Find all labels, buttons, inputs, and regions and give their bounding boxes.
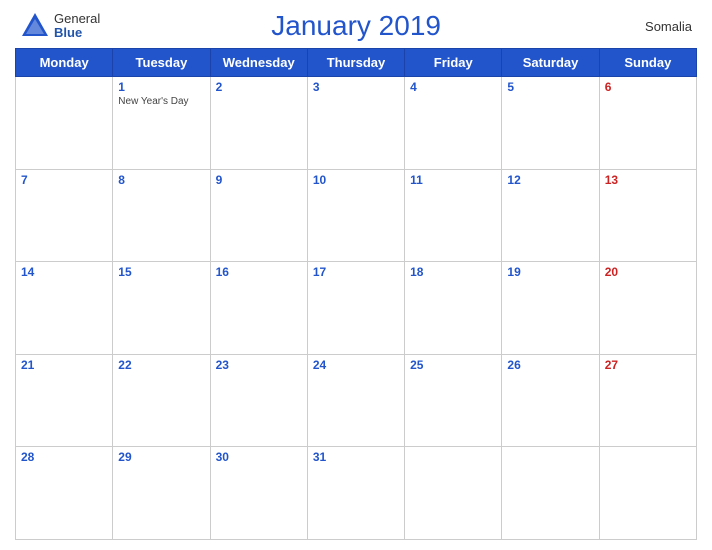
- calendar-week-row: 14 15 16 17 18 19 20: [16, 262, 697, 355]
- day-number: 13: [605, 173, 691, 187]
- logo: General Blue: [20, 11, 100, 41]
- day-number: 31: [313, 450, 399, 464]
- day-number: 24: [313, 358, 399, 372]
- calendar-cell: 24: [307, 354, 404, 447]
- calendar-cell: 8: [113, 169, 210, 262]
- day-number: 25: [410, 358, 496, 372]
- calendar-cell: 2: [210, 77, 307, 170]
- day-number: 14: [21, 265, 107, 279]
- calendar-cell: 3: [307, 77, 404, 170]
- calendar-cell: 16: [210, 262, 307, 355]
- day-number: 7: [21, 173, 107, 187]
- calendar-cell: 19: [502, 262, 599, 355]
- day-number: 23: [216, 358, 302, 372]
- calendar-cell: 20: [599, 262, 696, 355]
- calendar-week-row: 789 10 11 12 13: [16, 169, 697, 262]
- day-number: 9: [216, 173, 302, 187]
- calendar-cell: 22: [113, 354, 210, 447]
- day-number: 11: [410, 173, 496, 187]
- calendar-cell: 28: [16, 447, 113, 540]
- logo-blue-text: Blue: [54, 26, 100, 40]
- day-number: 26: [507, 358, 593, 372]
- calendar-cell: 31: [307, 447, 404, 540]
- calendar-cell: 12: [502, 169, 599, 262]
- day-number: 28: [21, 450, 107, 464]
- day-number: 16: [216, 265, 302, 279]
- calendar-header: General Blue January 2019 Somalia: [15, 10, 697, 42]
- calendar-week-row: 21 22 23 24 25 26 27: [16, 354, 697, 447]
- calendar-cell: [405, 447, 502, 540]
- calendar-cell: [599, 447, 696, 540]
- calendar-week-row: 28 29 30 31: [16, 447, 697, 540]
- day-number: 6: [605, 80, 691, 94]
- calendar-table: MondayTuesdayWednesdayThursdayFridaySatu…: [15, 48, 697, 540]
- calendar-cell: 10: [307, 169, 404, 262]
- calendar-cell: [16, 77, 113, 170]
- day-number: 2: [216, 80, 302, 94]
- day-number: 8: [118, 173, 204, 187]
- calendar-cell: 30: [210, 447, 307, 540]
- calendar-body: 1New Year's Day2345678910111213141516171…: [16, 77, 697, 540]
- calendar-cell: 14: [16, 262, 113, 355]
- weekday-header-row: MondayTuesdayWednesdayThursdayFridaySatu…: [16, 49, 697, 77]
- calendar-cell: 6: [599, 77, 696, 170]
- calendar-cell: 18: [405, 262, 502, 355]
- logo-text: General Blue: [54, 12, 100, 41]
- calendar-cell: 5: [502, 77, 599, 170]
- day-number: 18: [410, 265, 496, 279]
- holiday-label: New Year's Day: [118, 96, 204, 107]
- day-number: 21: [21, 358, 107, 372]
- calendar-cell: 29: [113, 447, 210, 540]
- calendar-cell: [502, 447, 599, 540]
- logo-general-text: General: [54, 12, 100, 26]
- day-number: 30: [216, 450, 302, 464]
- weekday-header-thursday: Thursday: [307, 49, 404, 77]
- weekday-header-sunday: Sunday: [599, 49, 696, 77]
- day-number: 17: [313, 265, 399, 279]
- calendar-cell: 27: [599, 354, 696, 447]
- calendar-cell: 21: [16, 354, 113, 447]
- day-number: 20: [605, 265, 691, 279]
- calendar-cell: 13: [599, 169, 696, 262]
- calendar-cell: 23: [210, 354, 307, 447]
- day-number: 5: [507, 80, 593, 94]
- calendar-cell: 26: [502, 354, 599, 447]
- day-number: 1: [118, 80, 204, 94]
- calendar-week-row: 1 New Year's Day 23456: [16, 77, 697, 170]
- day-number: 15: [118, 265, 204, 279]
- calendar-cell: 1 New Year's Day: [113, 77, 210, 170]
- calendar-cell: 4: [405, 77, 502, 170]
- day-number: 19: [507, 265, 593, 279]
- day-number: 10: [313, 173, 399, 187]
- country-label: Somalia: [612, 19, 692, 34]
- calendar-cell: 25: [405, 354, 502, 447]
- day-number: 12: [507, 173, 593, 187]
- logo-icon: [20, 11, 50, 41]
- calendar-cell: 7: [16, 169, 113, 262]
- day-number: 4: [410, 80, 496, 94]
- weekday-header-monday: Monday: [16, 49, 113, 77]
- day-number: 27: [605, 358, 691, 372]
- weekday-header-wednesday: Wednesday: [210, 49, 307, 77]
- calendar-cell: 17: [307, 262, 404, 355]
- day-number: 3: [313, 80, 399, 94]
- calendar-cell: 9: [210, 169, 307, 262]
- weekday-header-tuesday: Tuesday: [113, 49, 210, 77]
- calendar-cell: 11: [405, 169, 502, 262]
- day-number: 22: [118, 358, 204, 372]
- weekday-header-saturday: Saturday: [502, 49, 599, 77]
- calendar-cell: 15: [113, 262, 210, 355]
- calendar-title: January 2019: [100, 10, 612, 42]
- weekday-header-friday: Friday: [405, 49, 502, 77]
- day-number: 29: [118, 450, 204, 464]
